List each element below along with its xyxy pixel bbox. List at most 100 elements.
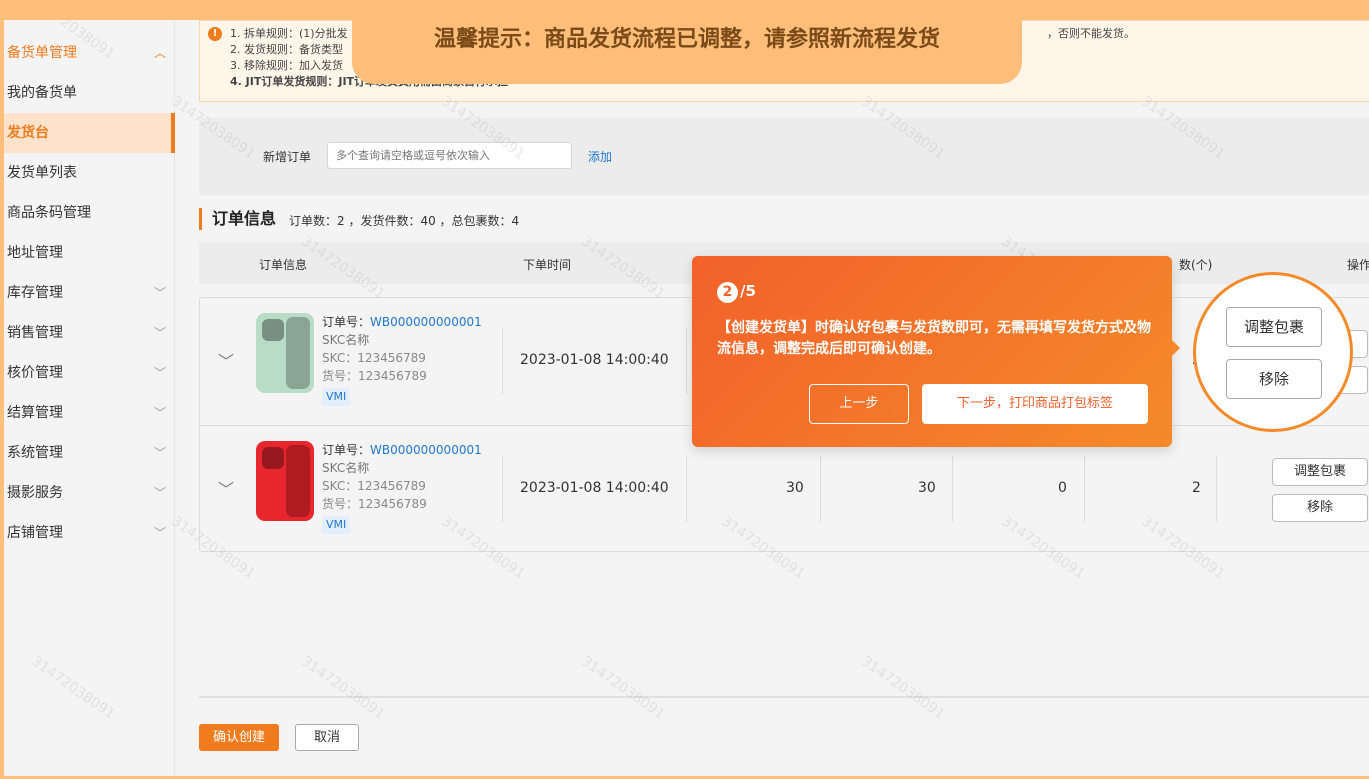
header-order-time: 下单时间 <box>523 258 572 272</box>
spotlight-adjust-package-button[interactable]: 调整包裹 <box>1226 307 1322 347</box>
divider <box>952 456 953 522</box>
skc-code: SKC：123456789 <box>322 351 426 365</box>
sidebar-item-label: 我的备货单 <box>7 85 77 101</box>
sidebar-item-label: 库存管理 <box>7 285 63 301</box>
sidebar-item-pricing[interactable]: 核价管理 ﹀ <box>4 353 174 393</box>
chevron-down-icon: ﹀ <box>153 446 166 460</box>
sidebar-item-photo[interactable]: 摄影服务 ﹀ <box>4 473 174 513</box>
order-stats: 订单数：2 ，发货件数：40 ，总包裹数：4 <box>289 214 520 228</box>
add-link[interactable]: 添加 <box>588 148 612 165</box>
sidebar-item-store[interactable]: 店铺管理 ﹀ <box>4 513 174 553</box>
step-total: /5 <box>740 282 756 300</box>
order-no-link[interactable]: WB000000000001 <box>370 315 482 329</box>
sidebar-item-label: 商品条码管理 <box>7 205 91 221</box>
item-number: 货号：123456789 <box>322 369 427 383</box>
chevron-down-icon: ﹀ <box>153 286 166 300</box>
screen-shape <box>286 445 310 517</box>
order-number: 订单号：WB000000000001 <box>322 441 482 459</box>
order-no-label: 订单号： <box>322 443 371 457</box>
chevron-down-icon: ﹀ <box>153 406 166 420</box>
notice-tail: ，否则不能发货。 <box>1047 27 1135 40</box>
sidebar-item-label: 发货台 <box>7 125 49 141</box>
package-count: 2 <box>1192 480 1201 496</box>
add-order-label: 新增订单 <box>263 150 312 164</box>
spotlight-remove-button[interactable]: 移除 <box>1226 359 1322 399</box>
skc-name: SKC名称 <box>322 461 370 475</box>
guide-description: 【创建发货单】时确认好包裹与发货数即可，无需再填写发货方式及物流信息，调整完成后… <box>717 320 1151 357</box>
chevron-down-icon: ﹀ <box>153 486 166 500</box>
sidebar-item-label: 店铺管理 <box>7 525 63 541</box>
order-info: 订单号：WB000000000001 SKC名称 SKC：123456789 货… <box>322 441 482 534</box>
sidebar-item-inventory[interactable]: 库存管理 ﹀ <box>4 273 174 313</box>
chevron-up-icon: ︿ <box>153 46 166 60</box>
tip-banner: 温馨提示：商品发货流程已调整，请参照新流程发货 <box>352 0 1022 84</box>
sidebar-item-shipment-list[interactable]: 发货单列表 <box>4 153 174 193</box>
order-info: 订单号：WB000000000001 SKC名称 SKC：123456789 货… <box>322 313 482 406</box>
sidebar-item-sales[interactable]: 销售管理 ﹀ <box>4 313 174 353</box>
sidebar-item-barcode[interactable]: 商品条码管理 <box>4 193 174 233</box>
sidebar-item-label: 销售管理 <box>7 325 63 341</box>
sidebar-item-label: 地址管理 <box>7 245 63 261</box>
chevron-down-icon: ﹀ <box>153 526 166 540</box>
divider <box>1216 456 1217 522</box>
camera-shape <box>262 319 284 341</box>
confirm-create-button[interactable]: 确认创建 <box>199 724 279 751</box>
item-number: 货号：123456789 <box>322 497 427 511</box>
guide-step: 2/5 <box>717 282 756 303</box>
horizontal-scrollbar[interactable] <box>199 696 1369 698</box>
sidebar-item-settlement[interactable]: 结算管理 ﹀ <box>4 393 174 433</box>
order-number: 订单号：WB000000000001 <box>322 313 482 331</box>
skc-code: SKC：123456789 <box>322 479 426 493</box>
sidebar-item-address[interactable]: 地址管理 <box>4 233 174 273</box>
header-action: 操作 <box>1347 258 1369 272</box>
sidebar-item-label: 备货单管理 <box>7 45 77 61</box>
warning-icon: ! <box>208 27 222 41</box>
add-order-panel: 新增订单 添加 <box>199 118 1369 195</box>
cancel-button[interactable]: 取消 <box>295 724 359 751</box>
header-qty: 数(个) <box>1179 258 1213 272</box>
step-number-badge: 2 <box>717 282 738 303</box>
guide-popover: 2/5 【创建发货单】时确认好包裹与发货数即可，无需再填写发货方式及物流信息，调… <box>692 256 1180 447</box>
sidebar-item-label: 系统管理 <box>7 445 63 461</box>
divider <box>1084 456 1085 522</box>
section-title: 订单信息 <box>199 208 276 230</box>
expand-chevron-icon[interactable]: ﹀ <box>218 476 234 500</box>
product-image <box>256 313 314 393</box>
order-time: 2023-01-08 14:00:40 <box>520 352 669 368</box>
vmi-badge: VMI <box>322 388 351 406</box>
sidebar-item-my-stock-orders[interactable]: 我的备货单 <box>4 73 174 113</box>
divider <box>686 328 687 394</box>
remove-button[interactable]: 移除 <box>1272 494 1368 522</box>
header-order-info: 订单信息 <box>259 258 308 272</box>
order-no-label: 订单号： <box>322 315 371 329</box>
add-order-input[interactable] <box>327 142 572 169</box>
guide-next-button[interactable]: 下一步，打印商品打包标签 <box>922 384 1148 424</box>
divider <box>686 456 687 522</box>
guide-prev-button[interactable]: 上一步 <box>809 384 909 424</box>
product-image <box>256 441 314 521</box>
qty-remaining: 0 <box>1058 480 1067 496</box>
order-no-link[interactable]: WB000000000001 <box>370 443 482 457</box>
divider <box>502 456 503 522</box>
qty-shipping: 30 <box>918 480 936 496</box>
order-time: 2023-01-08 14:00:40 <box>520 480 669 496</box>
sidebar: 备货单管理 ︿ 我的备货单 发货台 发货单列表 商品条码管理 地址管理 库存管理… <box>4 20 175 776</box>
sidebar-item-label: 结算管理 <box>7 405 63 421</box>
camera-shape <box>262 447 284 469</box>
sidebar-item-system[interactable]: 系统管理 ﹀ <box>4 433 174 473</box>
screen-shape <box>286 317 310 389</box>
vmi-badge: VMI <box>322 516 351 534</box>
divider <box>820 456 821 522</box>
chevron-down-icon: ﹀ <box>153 326 166 340</box>
sidebar-item-label: 核价管理 <box>7 365 63 381</box>
divider <box>502 328 503 394</box>
sidebar-group-stock-orders[interactable]: 备货单管理 ︿ <box>4 33 174 73</box>
chevron-down-icon: ﹀ <box>153 366 166 380</box>
sidebar-item-label: 摄影服务 <box>7 485 63 501</box>
spotlight-circle: 调整包裹 移除 <box>1193 272 1353 432</box>
tip-banner-text: 温馨提示：商品发货流程已调整，请参照新流程发货 <box>433 27 940 52</box>
adjust-package-button[interactable]: 调整包裹 <box>1272 458 1368 486</box>
sidebar-item-label: 发货单列表 <box>7 165 77 181</box>
expand-chevron-icon[interactable]: ﹀ <box>218 348 234 372</box>
sidebar-item-shipping-desk[interactable]: 发货台 <box>4 113 175 153</box>
